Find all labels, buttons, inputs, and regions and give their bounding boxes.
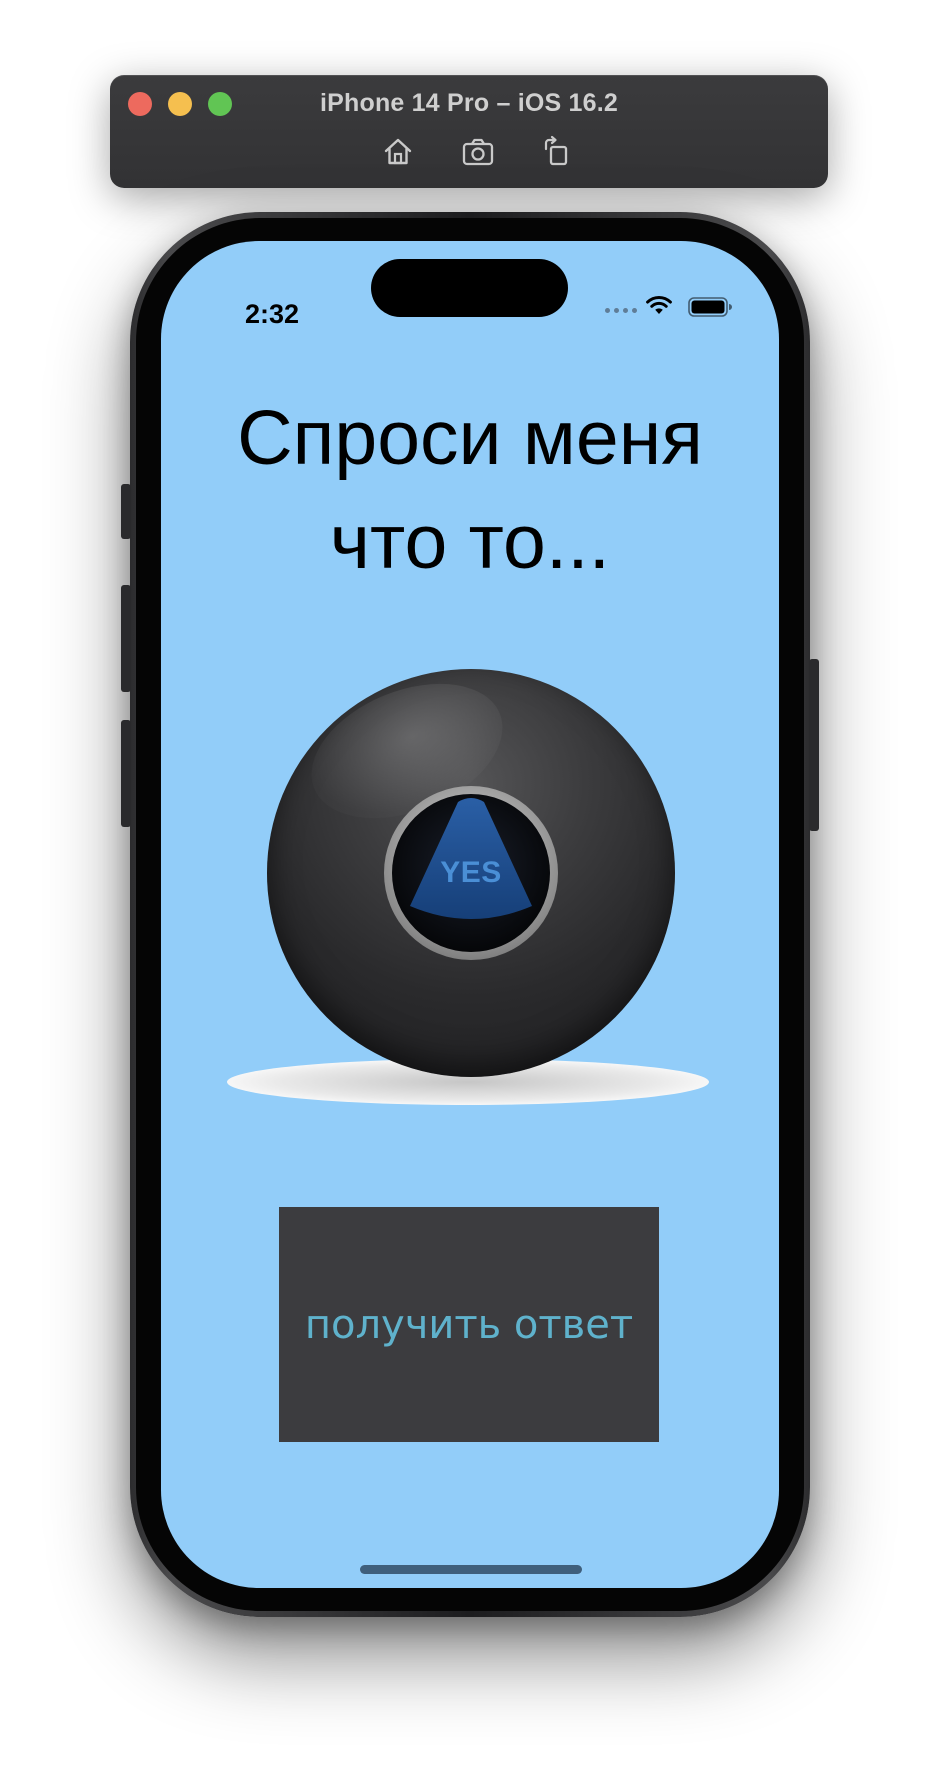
simulator-title-bar: iPhone 14 Pro – iOS 16.2	[110, 75, 828, 188]
simulator-title: iPhone 14 Pro – iOS 16.2	[320, 89, 618, 117]
ball-window: YES	[384, 786, 558, 960]
rotate-button[interactable]	[537, 134, 577, 170]
silent-switch	[121, 484, 131, 539]
magic-ball-image: YES	[267, 657, 675, 1077]
wifi-icon	[646, 295, 672, 314]
screenshot-icon	[462, 138, 494, 166]
home-indicator[interactable]	[360, 1565, 582, 1574]
home-button[interactable]	[378, 134, 418, 170]
title-line-2: что то...	[329, 499, 611, 585]
page-title: Спроси меня что то...	[161, 386, 779, 594]
ball-window-inner: YES	[392, 794, 550, 952]
cellular-signal-icon	[605, 308, 637, 313]
home-icon	[384, 138, 412, 165]
power-button	[809, 659, 819, 831]
app-screen: 2:32 Спроси меня что то... YES получить …	[161, 241, 779, 1588]
status-time: 2:32	[245, 299, 300, 329]
iphone-frame: 2:32 Спроси меня что то... YES получить …	[121, 212, 819, 1617]
rotate-icon	[544, 135, 568, 166]
dynamic-island	[371, 259, 568, 317]
volume-down-button	[121, 720, 131, 827]
ball-answer-text: YES	[440, 856, 502, 889]
screenshot-button[interactable]	[458, 134, 498, 170]
simulator-stage: iPhone 14 Pro – iOS 16.2 2:32 Спроси мен…	[0, 0, 940, 1770]
get-answer-button[interactable]: получить ответ	[279, 1207, 659, 1442]
volume-up-button	[121, 585, 131, 692]
battery-icon	[688, 297, 732, 317]
title-line-1: Спроси меня	[237, 395, 703, 481]
